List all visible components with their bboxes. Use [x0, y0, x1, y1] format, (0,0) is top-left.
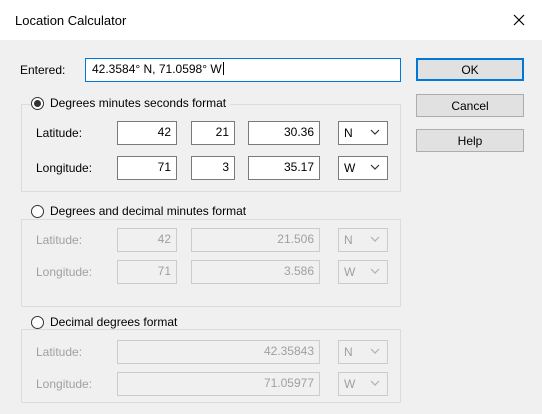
entered-input[interactable]: 42.3584° N, 71.0598° W	[85, 58, 401, 82]
ddm-latitude-degrees: 42	[117, 228, 177, 252]
chevron-down-icon	[370, 268, 380, 274]
cancel-button[interactable]: Cancel	[416, 94, 524, 117]
title-bar: Location Calculator	[0, 0, 542, 40]
dms-longitude-minutes[interactable]: 3	[191, 156, 235, 180]
chevron-down-icon	[370, 380, 380, 386]
dd-latitude-hemisphere-value: N	[344, 345, 353, 359]
ddm-longitude-minutes: 3.586	[191, 260, 320, 284]
dms-longitude-hemisphere[interactable]: W	[338, 156, 388, 180]
ok-button[interactable]: OK	[416, 58, 524, 81]
dms-longitude-seconds[interactable]: 35.17	[248, 156, 320, 180]
dms-latitude-seconds[interactable]: 30.36	[248, 121, 320, 145]
dd-heading: Decimal degrees format	[50, 315, 178, 329]
chevron-down-icon	[370, 236, 380, 242]
dd-latitude-degrees: 42.35843	[117, 340, 320, 364]
dms-heading: Degrees minutes seconds format	[50, 96, 227, 110]
dd-latitude-label: Latitude:	[36, 345, 83, 359]
ddm-longitude-label: Longitude:	[36, 265, 93, 279]
dms-longitude-label: Longitude:	[36, 161, 93, 175]
dms-radio[interactable]	[31, 96, 44, 110]
dd-radio-option[interactable]: Decimal degrees format	[31, 315, 182, 329]
dms-latitude-hemisphere[interactable]: N	[338, 121, 388, 145]
entered-label: Entered:	[20, 63, 66, 77]
dd-longitude-hemisphere: W	[338, 372, 388, 396]
dd-radio[interactable]	[31, 315, 44, 329]
dms-radio-option[interactable]: Degrees minutes seconds format	[31, 96, 231, 110]
dms-longitude-hemisphere-value: W	[344, 161, 356, 175]
dms-latitude-hemisphere-value: N	[344, 126, 353, 140]
dms-latitude-minutes[interactable]: 21	[191, 121, 235, 145]
ddm-longitude-hemisphere-value: W	[344, 265, 356, 279]
ddm-radio-option[interactable]: Degrees and decimal minutes format	[31, 204, 251, 218]
ddm-heading: Degrees and decimal minutes format	[50, 204, 247, 218]
ddm-radio[interactable]	[31, 204, 44, 218]
dms-latitude-degrees[interactable]: 42	[117, 121, 177, 145]
chevron-down-icon	[370, 129, 380, 135]
dd-longitude-degrees: 71.05977	[117, 372, 320, 396]
ddm-longitude-hemisphere: W	[338, 260, 388, 284]
chevron-down-icon	[370, 348, 380, 354]
help-button[interactable]: Help	[416, 129, 524, 152]
ddm-latitude-minutes: 21.506	[191, 228, 320, 252]
ddm-latitude-hemisphere: N	[338, 228, 388, 252]
dd-latitude-hemisphere: N	[338, 340, 388, 364]
dd-longitude-hemisphere-value: W	[344, 377, 356, 391]
text-caret	[222, 62, 224, 75]
dms-longitude-degrees[interactable]: 71	[117, 156, 177, 180]
ddm-latitude-label: Latitude:	[36, 233, 83, 247]
dms-latitude-label: Latitude:	[36, 126, 83, 140]
ddm-longitude-degrees: 71	[117, 260, 177, 284]
dd-longitude-label: Longitude:	[36, 377, 93, 391]
ddm-latitude-hemisphere-value: N	[344, 233, 353, 247]
window-title: Location Calculator	[15, 13, 127, 28]
close-icon	[513, 14, 525, 26]
entered-value: 42.3584° N, 71.0598° W	[92, 62, 222, 76]
chevron-down-icon	[370, 164, 380, 170]
close-button[interactable]	[496, 0, 542, 40]
